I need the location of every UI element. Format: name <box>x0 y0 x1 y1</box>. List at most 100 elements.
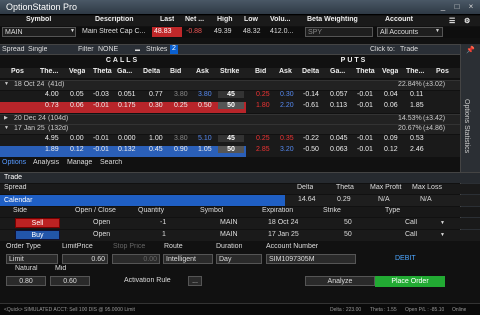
order-header: Order Type LimitPrice Stop Price Route D… <box>0 243 480 253</box>
put-gamma-value: 0.063 <box>330 146 348 153</box>
put-theta-value: -0.01 <box>357 146 373 153</box>
quantity-input[interactable]: -1 <box>160 219 166 226</box>
option-row-selected-buy[interactable]: 1.89 0.12 -0.01 0.132 0.45 0.90 1.05 50 … <box>0 146 460 157</box>
theta-value: -0.01 <box>93 135 109 142</box>
bid-value[interactable]: 3.80 <box>174 91 188 98</box>
account-select[interactable]: All Accounts <box>377 27 443 37</box>
col-symbol: Symbol <box>26 16 52 23</box>
sell-button[interactable]: Sell <box>15 218 60 228</box>
expiration-row[interactable]: ▼ 18 Oct 24 (41d) 22.84% (±3.02) <box>0 80 460 90</box>
open-close-select[interactable]: Open <box>93 231 110 238</box>
chevron-down-icon[interactable]: ▼ <box>70 28 75 34</box>
type-select[interactable]: Call <box>405 219 417 226</box>
col-account: Account <box>385 16 413 23</box>
put-bid-value[interactable]: 0.25 <box>256 135 270 142</box>
spread-select[interactable]: Single <box>28 46 47 53</box>
expiration-row[interactable]: ▶ 20 Dec 24 (104d) 14.53% (±3.42) <box>0 114 460 124</box>
filter-select[interactable]: NONE <box>98 46 118 53</box>
mid-price-button[interactable]: 0.60 <box>50 276 90 286</box>
strikes-input[interactable]: 2 <box>170 45 178 54</box>
expand-icon[interactable]: ▶ <box>4 115 8 121</box>
collapse-icon[interactable]: ▼ <box>4 125 9 131</box>
ask-value[interactable]: 5.10 <box>198 135 212 142</box>
expiration-select[interactable]: 17 Jan 25 <box>268 231 299 238</box>
max-loss-header: Max Loss <box>412 184 442 191</box>
chevron-down-icon[interactable]: ▼ <box>440 220 445 226</box>
order-type-select[interactable]: Limit <box>6 254 58 264</box>
close-icon[interactable]: × <box>466 2 476 12</box>
limit-price-input[interactable]: 0.60 <box>62 254 108 264</box>
theta-stat: 0.29 <box>337 196 351 203</box>
click-to-select[interactable]: Trade <box>400 46 418 53</box>
put-ask-value[interactable]: 0.35 <box>280 135 294 142</box>
option-row-selected-sell[interactable]: 0.73 0.06 -0.01 0.175 0.30 0.25 0.50 50 … <box>0 102 460 113</box>
activation-rule-button[interactable]: ... <box>188 276 202 286</box>
bid-value[interactable]: 0.90 <box>174 146 188 153</box>
open-close-select[interactable]: Open <box>93 219 110 226</box>
bid-value[interactable]: 0.25 <box>174 102 188 109</box>
expiration-move: (±3.42) <box>423 115 446 122</box>
tab-options[interactable]: Options <box>2 159 26 166</box>
tab-manage[interactable]: Manage <box>67 159 92 166</box>
option-row[interactable]: 4.00 0.05 -0.03 0.051 0.77 3.80 3.80 45 … <box>0 91 460 102</box>
put-bid-value[interactable]: 2.85 <box>256 146 270 153</box>
option-row[interactable]: 4.95 0.00 -0.01 0.000 1.00 3.80 5.10 45 … <box>0 135 460 146</box>
put-delta-value: -0.22 <box>303 135 319 142</box>
minimize-icon[interactable]: _ <box>438 2 448 12</box>
buy-button[interactable]: Buy <box>15 230 60 240</box>
chevron-down-icon[interactable]: ▼ <box>440 232 445 238</box>
strike-select[interactable]: 50 <box>344 231 352 238</box>
put-ask-value[interactable]: 2.20 <box>280 102 294 109</box>
expiration-row[interactable]: ▼ 17 Jan 25 (132d) 20.67% (±4.86) <box>0 124 460 134</box>
beta-weighting-select[interactable]: SPY <box>305 27 373 37</box>
col-put-ask: Ask <box>279 68 292 75</box>
put-ask-value[interactable]: 3.20 <box>280 146 294 153</box>
expiration-header: Expiration <box>262 207 294 214</box>
put-bid-value[interactable]: 0.25 <box>256 91 270 98</box>
account-number-select[interactable]: SIM1097305M <box>266 254 356 264</box>
col-beta: Beta Weighting <box>307 16 358 23</box>
spread-label: Spread <box>2 46 25 53</box>
put-ask-value[interactable]: 0.30 <box>280 91 294 98</box>
strike-select[interactable]: 50 <box>344 219 352 226</box>
ask-value[interactable]: 0.50 <box>198 102 212 109</box>
tab-analysis[interactable]: Analysis <box>33 159 59 166</box>
duration-select[interactable]: Day <box>216 254 262 264</box>
expiration-select[interactable]: 18 Oct 24 <box>268 219 298 226</box>
pin-icon[interactable]: 📌 <box>466 46 475 54</box>
expiration-days: (132d) <box>48 125 69 132</box>
quantity-input[interactable]: 1 <box>162 231 166 238</box>
type-select[interactable]: Call <box>405 231 417 238</box>
route-select[interactable]: Intelligent <box>163 254 213 264</box>
natural-price-button[interactable]: 0.80 <box>6 276 46 286</box>
mid-label: Mid <box>55 265 67 272</box>
collapse-icon[interactable]: ▼ <box>4 81 9 87</box>
symbol-input[interactable]: MAIN <box>2 27 76 37</box>
put-gamma-value: 0.113 <box>330 102 347 109</box>
put-theo-value: 0.53 <box>410 135 424 142</box>
minus-icon[interactable]: ▬ <box>135 47 140 53</box>
col-high: High <box>217 16 233 23</box>
theo-value: 0.73 <box>45 102 59 109</box>
put-vega-value: 0.04 <box>384 91 398 98</box>
gamma-value: 0.000 <box>118 135 136 142</box>
bid-value[interactable]: 3.80 <box>174 135 188 142</box>
gear-icon[interactable]: ⚙ <box>464 17 470 25</box>
put-gamma-value: 0.057 <box>330 91 348 98</box>
tab-search[interactable]: Search <box>100 159 122 166</box>
ask-value[interactable]: 3.80 <box>198 91 212 98</box>
place-order-button[interactable]: Place Order <box>375 276 445 287</box>
chevron-down-icon[interactable]: ▼ <box>435 28 440 34</box>
low-value: 48.32 <box>243 28 261 35</box>
restore-icon[interactable]: □ <box>452 2 462 12</box>
analyze-button[interactable]: Analyze <box>305 276 375 286</box>
spread-name[interactable]: Calendar <box>0 195 285 206</box>
expiration-label: 18 Oct 24 <box>14 81 45 88</box>
put-theta-value: -0.01 <box>357 135 373 142</box>
title-bar: OptionStation Pro _ □ × <box>0 0 480 15</box>
col-theo: The... <box>40 68 59 75</box>
put-bid-value[interactable]: 1.80 <box>256 102 270 109</box>
ask-value[interactable]: 1.05 <box>198 146 212 153</box>
list-icon[interactable]: ☰ <box>449 17 455 25</box>
expiration-move: (±4.86) <box>423 125 446 132</box>
